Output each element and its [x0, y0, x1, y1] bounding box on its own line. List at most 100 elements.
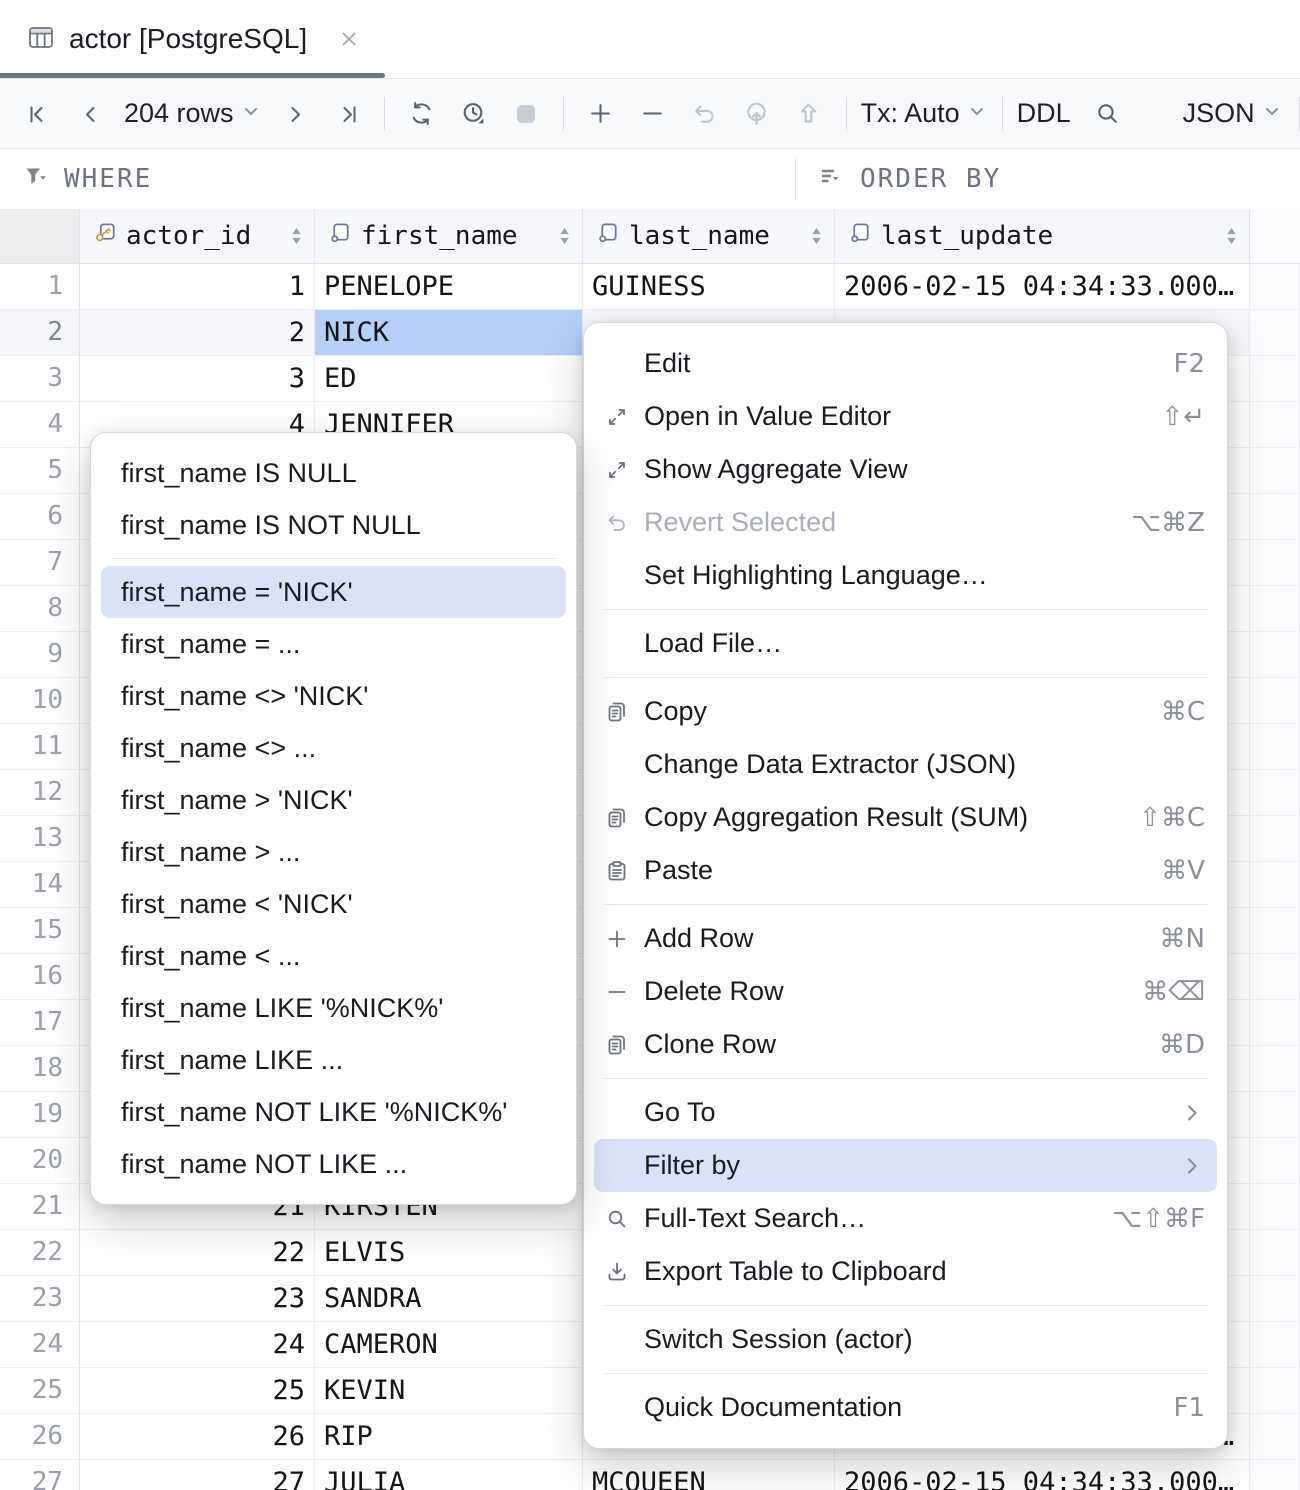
menu-item-switch-session-actor[interactable]: Switch Session (actor): [594, 1313, 1217, 1366]
reload-data-button[interactable]: [399, 91, 445, 137]
menu-item-copy[interactable]: Copy⌘C: [594, 685, 1217, 738]
last-page-button[interactable]: [324, 91, 370, 137]
sort-arrows-icon[interactable]: [557, 223, 572, 249]
menu-item-first-name-nick[interactable]: first_name > 'NICK': [101, 774, 566, 826]
menu-item-load-file[interactable]: Load File…: [594, 617, 1217, 670]
menu-item-revert-selected[interactable]: Revert Selected⌥⌘Z: [594, 496, 1217, 549]
menu-item-first-name-is-not-null[interactable]: first_name IS NOT NULL: [101, 499, 566, 551]
menu-item-first-name-nick[interactable]: first_name = 'NICK': [101, 566, 566, 618]
data-extractor-dropdown[interactable]: JSON: [1183, 98, 1283, 129]
cell-first-name[interactable]: SANDRA: [315, 1276, 583, 1321]
menu-item-first-name[interactable]: first_name > ...: [101, 826, 566, 878]
menu-item-first-name-like[interactable]: first_name LIKE ...: [101, 1034, 566, 1086]
cell-actor-id[interactable]: 24: [80, 1322, 315, 1367]
cell-last-update[interactable]: 2006-02-15 04:34:33.000…: [835, 264, 1250, 309]
menu-item-delete-row[interactable]: Delete Row⌘⌫: [594, 965, 1217, 1018]
upload-push-button[interactable]: [786, 91, 832, 137]
page-size-dropdown[interactable]: 204 rows: [124, 98, 262, 129]
row-number[interactable]: 23: [0, 1276, 80, 1321]
row-number[interactable]: 8: [0, 586, 80, 631]
row-number[interactable]: 17: [0, 1000, 80, 1045]
cell-actor-id[interactable]: 2: [80, 310, 315, 355]
row-number[interactable]: 2: [0, 310, 80, 355]
row-number[interactable]: 13: [0, 816, 80, 861]
stop-query-button[interactable]: [503, 91, 549, 137]
next-page-button[interactable]: [272, 91, 318, 137]
row-number[interactable]: 27: [0, 1460, 80, 1490]
menu-item-open-in-value-editor[interactable]: Open in Value Editor⇧↵: [594, 390, 1217, 443]
menu-item-first-name[interactable]: first_name <> ...: [101, 722, 566, 774]
row-number[interactable]: 26: [0, 1414, 80, 1459]
menu-item-full-text-search[interactable]: Full-Text Search…⌥⇧⌘F: [594, 1192, 1217, 1245]
cell-first-name[interactable]: NICK: [315, 310, 583, 355]
cell-first-name[interactable]: PENELOPE: [315, 264, 583, 309]
row-number[interactable]: 9: [0, 632, 80, 677]
row-number[interactable]: 10: [0, 678, 80, 723]
menu-item-copy-aggregation-result-sum[interactable]: Copy Aggregation Result (SUM)⇧⌘C: [594, 791, 1217, 844]
cell-last-name[interactable]: GUINESS: [583, 264, 835, 309]
row-number[interactable]: 12: [0, 770, 80, 815]
menu-item-paste[interactable]: Paste⌘V: [594, 844, 1217, 897]
row-number[interactable]: 1: [0, 264, 80, 309]
cell-last-name[interactable]: MCQUEEN: [583, 1460, 835, 1490]
menu-item-clone-row[interactable]: Clone Row⌘D: [594, 1018, 1217, 1071]
column-header-last-update[interactable]: last_update: [835, 209, 1250, 263]
cell-actor-id[interactable]: 27: [80, 1460, 315, 1490]
menu-item-first-name-not-like-nick[interactable]: first_name NOT LIKE '%NICK%': [101, 1086, 566, 1138]
where-filter-field[interactable]: WHERE: [0, 164, 795, 195]
menu-item-first-name[interactable]: first_name = ...: [101, 618, 566, 670]
tab-actor-postgresql[interactable]: actor [PostgreSQL]: [26, 22, 362, 57]
row-number[interactable]: 14: [0, 862, 80, 907]
revert-changes-button[interactable]: [682, 91, 728, 137]
row-number[interactable]: 16: [0, 954, 80, 999]
cell-actor-id[interactable]: 25: [80, 1368, 315, 1413]
menu-item-change-data-extractor-json[interactable]: Change Data Extractor (JSON): [594, 738, 1217, 791]
row-number[interactable]: 24: [0, 1322, 80, 1367]
cell-first-name[interactable]: ED: [315, 356, 583, 401]
row-number[interactable]: 19: [0, 1092, 80, 1137]
cell-actor-id[interactable]: 22: [80, 1230, 315, 1275]
menu-item-filter-by[interactable]: Filter by: [594, 1139, 1217, 1192]
menu-item-go-to[interactable]: Go To: [594, 1086, 1217, 1139]
row-number[interactable]: 3: [0, 356, 80, 401]
menu-item-show-aggregate-view[interactable]: Show Aggregate View: [594, 443, 1217, 496]
sort-arrows-icon[interactable]: [809, 223, 824, 249]
delete-row-button[interactable]: [630, 91, 676, 137]
menu-item-first-name-nick[interactable]: first_name < 'NICK': [101, 878, 566, 930]
menu-item-first-name-nick[interactable]: first_name <> 'NICK': [101, 670, 566, 722]
menu-item-set-highlighting-language[interactable]: Set Highlighting Language…: [594, 549, 1217, 602]
cell-first-name[interactable]: ELVIS: [315, 1230, 583, 1275]
order-by-field[interactable]: ORDER BY: [796, 164, 1001, 195]
menu-item-first-name-like-nick[interactable]: first_name LIKE '%NICK%': [101, 982, 566, 1034]
menu-item-add-row[interactable]: Add Row⌘N: [594, 912, 1217, 965]
menu-item-first-name-is-null[interactable]: first_name IS NULL: [101, 447, 566, 499]
menu-item-first-name-not-like[interactable]: first_name NOT LIKE ...: [101, 1138, 566, 1190]
row-number-header[interactable]: [0, 209, 80, 263]
menu-item-first-name[interactable]: first_name < ...: [101, 930, 566, 982]
auto-refresh-clock-button[interactable]: [451, 91, 497, 137]
row-number[interactable]: 4: [0, 402, 80, 447]
tab-close-icon[interactable]: [336, 26, 362, 52]
ddl-button[interactable]: DDL: [1017, 98, 1071, 129]
menu-item-edit[interactable]: EditF2: [594, 337, 1217, 390]
row-number[interactable]: 22: [0, 1230, 80, 1275]
cell-first-name[interactable]: JULIA: [315, 1460, 583, 1490]
menu-item-quick-documentation[interactable]: Quick DocumentationF1: [594, 1381, 1217, 1434]
first-page-button[interactable]: [16, 91, 62, 137]
row-number[interactable]: 6: [0, 494, 80, 539]
cell-actor-id[interactable]: 26: [80, 1414, 315, 1459]
row-number[interactable]: 7: [0, 540, 80, 585]
add-row-button[interactable]: [578, 91, 624, 137]
row-number[interactable]: 25: [0, 1368, 80, 1413]
row-number[interactable]: 11: [0, 724, 80, 769]
transaction-mode-dropdown[interactable]: Tx: Auto: [861, 98, 988, 129]
cell-actor-id[interactable]: 1: [80, 264, 315, 309]
sort-arrows-icon[interactable]: [1224, 223, 1239, 249]
column-header-first-name[interactable]: first_name: [315, 209, 583, 263]
row-number[interactable]: 20: [0, 1138, 80, 1183]
cell-first-name[interactable]: CAMERON: [315, 1322, 583, 1367]
column-header-actor-id[interactable]: actor_id: [80, 209, 315, 263]
sort-arrows-icon[interactable]: [289, 223, 304, 249]
menu-item-export-table-to-clipboard[interactable]: Export Table to Clipboard: [594, 1245, 1217, 1298]
previous-page-button[interactable]: [68, 91, 114, 137]
